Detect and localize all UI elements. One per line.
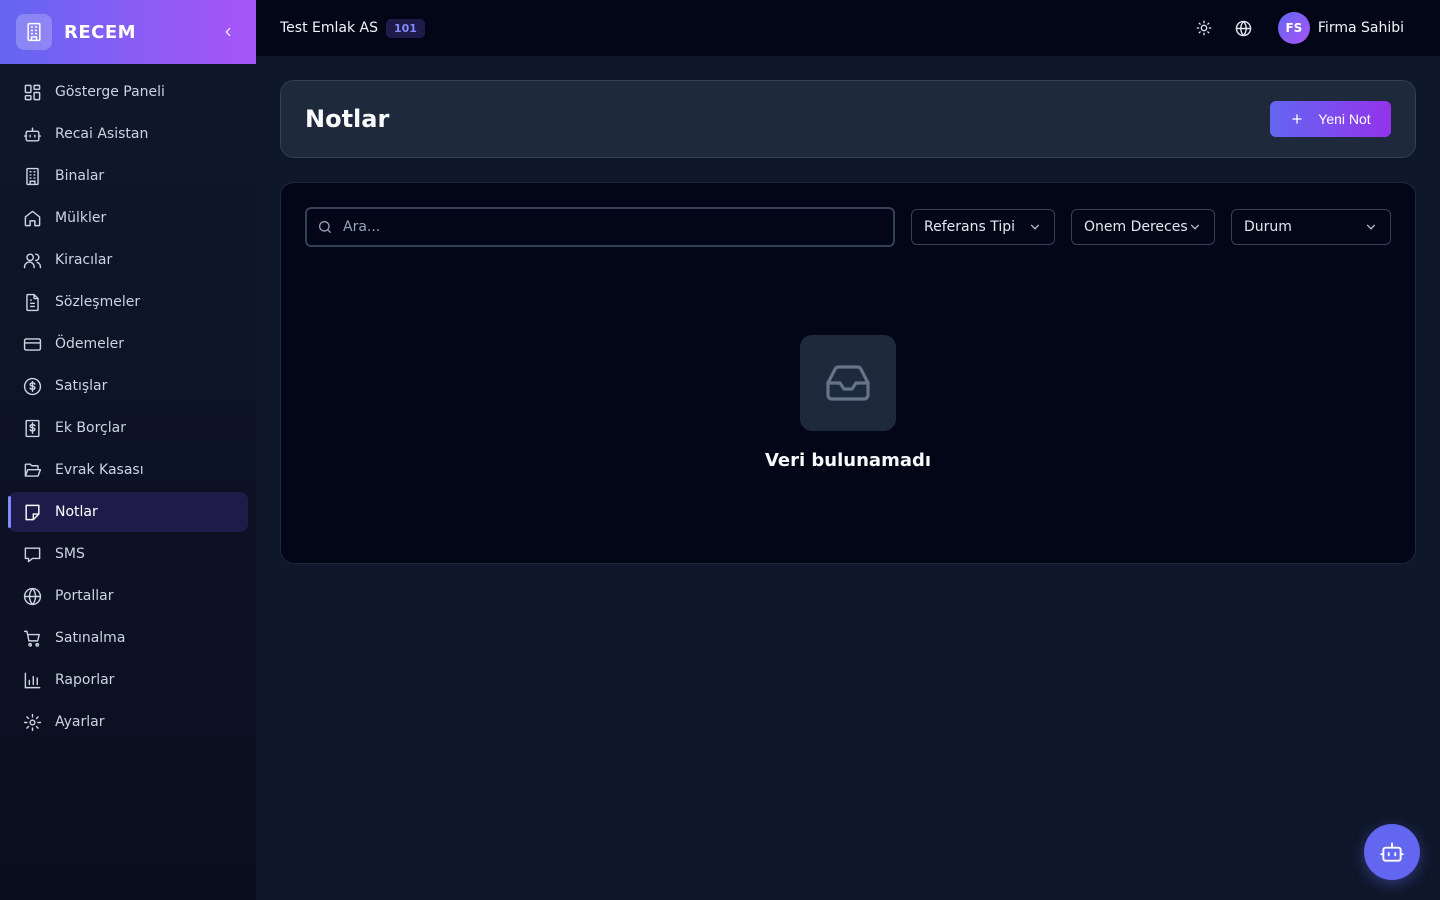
sidebar-item-label: Satınalma bbox=[55, 630, 126, 646]
search-icon bbox=[317, 219, 333, 235]
sidebar-item-label: SMS bbox=[55, 546, 85, 562]
sidebar-item-document-vault[interactable]: Evrak Kasası bbox=[8, 450, 248, 490]
sidebar-item-label: Notlar bbox=[55, 504, 98, 520]
sidebar-item-label: Ödemeler bbox=[55, 336, 125, 352]
sidebar-item-label: Binalar bbox=[55, 168, 105, 184]
file-text-icon bbox=[22, 292, 42, 312]
theme-toggle-button[interactable] bbox=[1184, 8, 1224, 48]
receipt-icon bbox=[22, 418, 42, 438]
home-icon bbox=[22, 208, 42, 228]
search-box bbox=[305, 207, 895, 247]
sidebar-nav: Gösterge Paneli Recai Asistan Binalar Mü… bbox=[0, 64, 256, 742]
bar-chart-icon bbox=[22, 670, 42, 690]
message-icon bbox=[22, 544, 42, 564]
language-button[interactable] bbox=[1224, 8, 1264, 48]
sidebar-item-label: Evrak Kasası bbox=[55, 462, 144, 478]
sidebar-item-payments[interactable]: Ödemeler bbox=[8, 324, 248, 364]
sidebar-item-purchasing[interactable]: Satınalma bbox=[8, 618, 248, 658]
sidebar-item-extra-debts[interactable]: Ek Borçlar bbox=[8, 408, 248, 448]
cart-icon bbox=[22, 628, 42, 648]
globe-icon bbox=[22, 586, 42, 606]
folder-open-icon bbox=[22, 460, 42, 480]
sidebar-item-properties[interactable]: Mülkler bbox=[8, 198, 248, 238]
collapse-sidebar-button[interactable] bbox=[216, 20, 240, 44]
sun-icon bbox=[1196, 20, 1212, 36]
sidebar-item-notes[interactable]: Notlar bbox=[8, 492, 248, 532]
sidebar-item-label: Ek Borçlar bbox=[55, 420, 126, 436]
avatar: FS bbox=[1277, 12, 1310, 44]
status-label: Durum bbox=[1244, 219, 1292, 235]
brand-header: RECEM bbox=[0, 0, 256, 64]
sidebar-item-sms[interactable]: SMS bbox=[8, 534, 248, 574]
sidebar-item-label: Recai Asistan bbox=[55, 126, 149, 142]
sidebar-item-label: Mülkler bbox=[55, 210, 107, 226]
sidebar-item-label: Satışlar bbox=[55, 378, 108, 394]
inbox-icon bbox=[826, 365, 870, 401]
user-name: Firma Sahibi bbox=[1317, 20, 1404, 36]
globe-icon bbox=[1236, 20, 1252, 36]
sticky-note-icon bbox=[22, 502, 42, 522]
company-name: Test Emlak AS bbox=[280, 20, 378, 36]
sidebar-item-buildings[interactable]: Binalar bbox=[8, 156, 248, 196]
sidebar-item-portals[interactable]: Portallar bbox=[8, 576, 248, 616]
sidebar-item-contracts[interactable]: Sözleşmeler bbox=[8, 282, 248, 322]
company-code-badge: 101 bbox=[386, 18, 425, 38]
reference-type-select[interactable]: Referans Tipi bbox=[911, 209, 1055, 245]
sidebar-item-label: Kiracılar bbox=[55, 252, 113, 268]
sidebar-item-dashboard[interactable]: Gösterge Paneli bbox=[8, 72, 248, 112]
search-input[interactable] bbox=[343, 219, 843, 235]
dollar-circle-icon bbox=[22, 376, 42, 396]
sidebar-item-label: Raporlar bbox=[55, 672, 115, 688]
users-icon bbox=[22, 250, 42, 270]
dashboard-icon bbox=[22, 82, 42, 102]
sidebar-item-reports[interactable]: Raporlar bbox=[8, 660, 248, 700]
new-note-button[interactable]: Yeni Not bbox=[1270, 101, 1391, 137]
page-title: Notlar bbox=[305, 105, 390, 133]
page-header-card: Notlar Yeni Not bbox=[280, 80, 1416, 158]
priority-select[interactable]: Önem Derecesi bbox=[1071, 209, 1215, 245]
sidebar-item-label: Portallar bbox=[55, 588, 114, 604]
bot-icon bbox=[22, 124, 42, 144]
building-logo-icon bbox=[16, 14, 52, 50]
sidebar-item-label: Gösterge Paneli bbox=[55, 84, 165, 100]
chevron-down-icon bbox=[1028, 220, 1042, 234]
status-select[interactable]: Durum bbox=[1231, 209, 1391, 245]
sidebar: RECEM Gösterge Paneli Recai Asistan Bina… bbox=[0, 0, 256, 900]
sidebar-item-label: Sözleşmeler bbox=[55, 294, 141, 310]
notes-content-card: Referans Tipi Önem Derecesi Durum Veri b… bbox=[280, 182, 1416, 564]
priority-label: Önem Derecesi bbox=[1084, 219, 1188, 235]
sidebar-item-label: Ayarlar bbox=[55, 714, 105, 730]
sidebar-item-sales[interactable]: Satışlar bbox=[8, 366, 248, 406]
chevron-down-icon bbox=[1188, 220, 1202, 234]
empty-state-box bbox=[800, 335, 896, 431]
sidebar-item-settings[interactable]: Ayarlar bbox=[8, 702, 248, 742]
sidebar-item-assistant[interactable]: Recai Asistan bbox=[8, 114, 248, 154]
settings-icon bbox=[22, 712, 42, 732]
credit-card-icon bbox=[22, 334, 42, 354]
assistant-fab-button[interactable] bbox=[1364, 824, 1420, 880]
topbar-actions: FS Firma Sahibi bbox=[1184, 8, 1416, 48]
empty-state-message: Veri bulunamadı bbox=[764, 450, 932, 471]
plus-icon bbox=[1290, 112, 1304, 126]
chevron-left-icon bbox=[225, 27, 231, 37]
reference-type-label: Referans Tipi bbox=[924, 219, 1015, 235]
bot-icon bbox=[1380, 842, 1404, 862]
chevron-down-icon bbox=[1364, 220, 1378, 234]
new-note-label: Yeni Not bbox=[1318, 111, 1371, 127]
user-menu[interactable]: FS Firma Sahibi bbox=[1277, 12, 1404, 44]
brand-name: RECEM bbox=[64, 21, 137, 43]
building-icon bbox=[22, 166, 42, 186]
sidebar-item-tenants[interactable]: Kiracılar bbox=[8, 240, 248, 280]
topbar: Test Emlak AS 101 FS Firma Sahibi bbox=[256, 0, 1440, 56]
